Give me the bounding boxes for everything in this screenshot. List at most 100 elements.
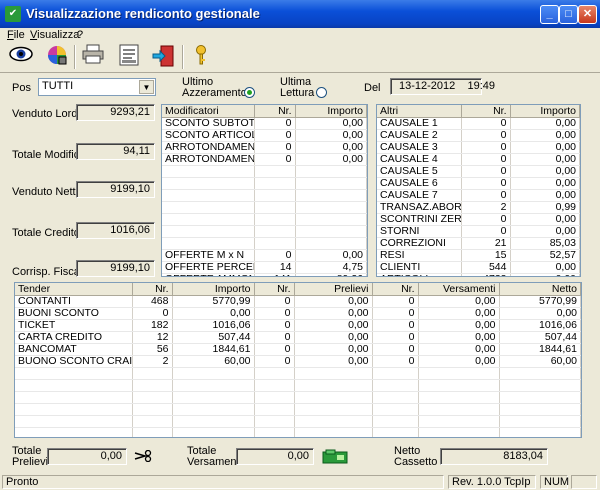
table-cell [294,379,373,392]
venduto-netto-label: Venduto Netto [12,186,82,198]
table-row[interactable]: ARROTONDAMENTI-00,00 [162,141,367,154]
table-cell: CAUSALE 7 [377,189,462,202]
toolbar [0,42,600,73]
table-cell: BUONO SCONTO CRAI [15,355,133,368]
table-cell: 0,00 [294,343,373,356]
table-row[interactable]: SCONTO SUBTOTAL00,00 [162,117,367,130]
ultima-lettura-radio[interactable] [316,87,327,98]
table-row[interactable]: CLIENTI 544 0,00 [377,261,580,274]
table-row[interactable] [162,237,367,250]
table-row[interactable]: OFFERTE PERCENT144,75 [162,261,367,274]
maximize-button[interactable]: □ [559,5,578,24]
minimize-button[interactable]: _ [540,5,559,24]
table-cell: 0 [461,129,511,142]
table-cell [499,379,581,392]
menu-visualizza[interactable]: Visualizza [30,28,79,42]
table-row[interactable]: TICKET 182 1016,06 0 0,00 0 0,00 1016,06 [15,319,581,332]
report-icon[interactable] [116,44,142,70]
table-row[interactable]: CONTANTI 468 5770,99 0 0,00 0 0,00 5770,99 [15,295,581,308]
table-cell: 0,00 [510,177,580,190]
table-row[interactable]: RESI 15 52,57 [377,249,580,262]
table-row[interactable] [162,225,367,238]
table-row[interactable]: CORREZIONI 21 85,03 [377,237,580,250]
table-cell: 141 [254,273,296,276]
table-row[interactable]: CAUSALE 3 0 0,00 [377,141,580,154]
table-cell [295,165,367,178]
table-cell: 0 [254,331,295,344]
table-row[interactable]: CARTA CREDITO 12 507,44 0 0,00 0 0,00 507,44 [15,331,581,344]
table-row[interactable]: TRANSAZ.ABORTIT20,99 [377,201,580,214]
table-cell: 0,00 [510,141,580,154]
table-cell: CAUSALE 2 [377,129,462,142]
column-header[interactable]: Importo [510,105,580,118]
printer-icon[interactable] [80,44,106,70]
table-cell [15,427,133,437]
table-row[interactable]: CAUSALE 4 0 0,00 [377,153,580,166]
table-row[interactable] [162,165,367,178]
menu-file[interactable]: File [7,28,25,42]
table-cell [372,391,419,404]
table-cell: 0 [254,141,296,154]
column-header[interactable]: Versamenti [418,283,500,296]
column-header[interactable]: Nr. [372,283,419,296]
table-cell: BUONI SCONTO [15,307,133,320]
table-row[interactable]: SCONTO ARTICOLO00,00 [162,129,367,142]
table-row[interactable] [162,189,367,202]
column-header[interactable]: Importo [295,105,367,118]
exit-door-icon[interactable] [150,44,176,70]
table-row[interactable]: CAUSALE 5 0 0,00 [377,165,580,178]
table-row[interactable] [162,201,367,214]
palette-icon[interactable] [44,44,70,70]
column-header[interactable]: Nr. [254,283,295,296]
table-cell [295,201,367,214]
table-row[interactable]: CAUSALE 6 0 0,00 [377,177,580,190]
table-cell: 0 [132,307,173,320]
table-row[interactable]: BUONI SCONTO 0 0,00 0 0,00 0 0,00 0,00 [15,307,581,320]
table-row[interactable]: CAUSALE 7 0 0,00 [377,189,580,202]
key-icon[interactable] [188,44,214,70]
table-row[interactable]: CAUSALE 2 0 0,00 [377,129,580,142]
table-row[interactable]: BUONO SCONTO CRAI 2 60,00 0 0,00 0 0,00 60,00 [15,355,581,368]
column-header[interactable]: Nr. [132,283,173,296]
title-bar[interactable]: ✔ Visualizzazione rendiconto gestionale … [0,0,600,28]
table-cell: 0,00 [510,117,580,130]
table-row[interactable] [162,177,367,190]
table-row[interactable]: OFFERTE M x N 0 0,00 [162,249,367,262]
chevron-down-icon[interactable]: ▼ [139,80,154,94]
table-cell: 0 [254,153,296,166]
column-header[interactable]: Nr. [461,105,511,118]
totale-modific-label: Totale Modific. [12,149,83,161]
table-cell: 0,00 [510,129,580,142]
table-cell: 0,00 [294,295,373,308]
table-cell: CLIENTI [377,261,462,274]
tender-grid[interactable]: Tender Nr. Importo Nr. Prelievi Nr. Vers… [14,282,582,438]
table-row[interactable]: ARROTONDAMENTI+00,00 [162,153,367,166]
column-header[interactable]: Importo [172,283,255,296]
close-button[interactable]: ✕ [578,5,597,24]
column-header[interactable]: Altri [377,105,462,118]
table-cell: TRANSAZ.ABORTIT [377,201,462,214]
table-row[interactable]: CAUSALE 1 0 0,00 [377,117,580,130]
menu-help[interactable]: ? [77,28,83,42]
column-header[interactable]: Prelievi [294,283,373,296]
table-cell: 0,00 [510,165,580,178]
altri-grid[interactable]: Altri Nr. Importo CAUSALE 1 0 0,00 CAUSALE … [376,104,581,277]
table-cell [294,367,373,380]
ultimo-azzeramento-radio[interactable] [244,87,255,98]
table-cell [418,391,500,404]
table-row[interactable]: SCONTRINI ZERO 0 0,00 [377,213,580,226]
column-header[interactable]: Netto [499,283,581,296]
column-header[interactable]: Tender [15,283,133,296]
table-row[interactable]: BANCOMAT 56 1844,61 0 0,00 0 0,00 1844,61 [15,343,581,356]
table-row[interactable]: STORNI 0 0,00 [377,225,580,238]
column-header[interactable]: Modificatori [162,105,255,118]
pos-select[interactable]: TUTTI ▼ [38,78,156,96]
table-row[interactable] [162,213,367,226]
eye-icon[interactable] [8,44,34,70]
modificatori-grid[interactable]: Modificatori Nr. Importo SCONTO SUBTOTAL… [161,104,368,277]
table-cell [418,367,500,380]
table-cell: 0,00 [510,213,580,226]
column-header[interactable]: Nr. [254,105,296,118]
table-row[interactable]: OFFERTE AMMONTA14189,36 [162,273,367,276]
table-row[interactable]: ARTICOLI47330,00 [377,273,580,276]
